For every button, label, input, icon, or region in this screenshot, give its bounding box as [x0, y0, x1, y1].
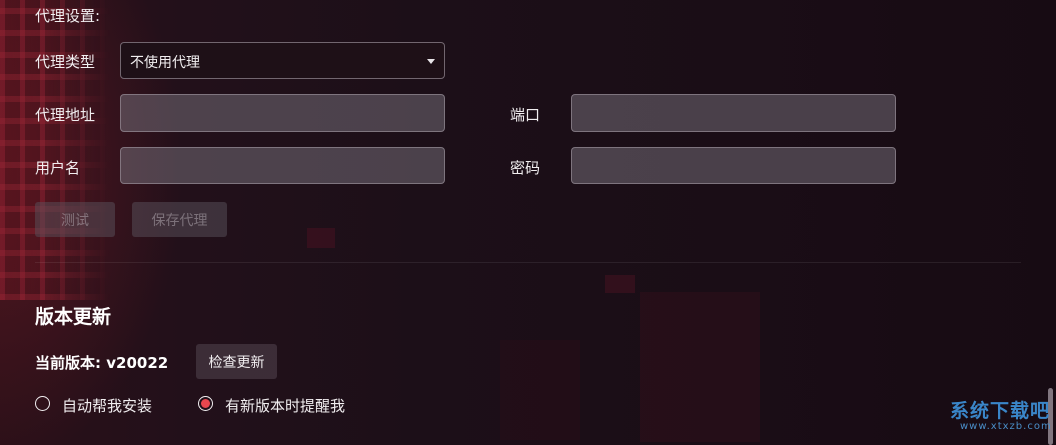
port-input[interactable] — [572, 95, 895, 131]
check-update-button[interactable]: 检查更新 — [196, 344, 277, 379]
username-field[interactable] — [120, 147, 445, 184]
proxy-address-input[interactable] — [121, 95, 444, 131]
port-field[interactable] — [571, 94, 896, 132]
background-photo-plaid — [0, 0, 110, 300]
current-version-row: 当前版本: v20022 — [35, 352, 168, 373]
auto-install-label[interactable]: 自动帮我安装 — [62, 395, 152, 416]
current-version-value: v20022 — [106, 354, 169, 372]
proxy-type-select[interactable]: 不使用代理 — [120, 42, 445, 79]
section-divider — [35, 262, 1021, 263]
radio-auto-install[interactable] — [35, 396, 50, 411]
background-pixel-block — [640, 292, 760, 442]
port-label: 端口 — [510, 106, 541, 124]
proxy-address-field[interactable] — [120, 94, 445, 132]
update-section-title: 版本更新 — [35, 306, 112, 328]
save-proxy-button[interactable]: 保存代理 — [132, 202, 227, 237]
background-pixel-block — [605, 275, 635, 293]
proxy-type-label: 代理类型 — [35, 53, 96, 71]
chevron-down-icon — [427, 59, 435, 64]
watermark-url: www.xtxzb.com — [960, 421, 1052, 432]
username-input[interactable] — [121, 148, 444, 183]
background-pixel-block — [307, 228, 335, 248]
notify-new-version-label[interactable]: 有新版本时提醒我 — [225, 395, 345, 416]
current-version-label: 当前版本: — [35, 354, 101, 372]
radio-notify-new-version[interactable] — [198, 396, 213, 411]
username-label: 用户名 — [35, 159, 81, 177]
watermark-logo-text: 系统下载吧 — [950, 400, 1051, 422]
background-pixel-block — [500, 340, 580, 440]
proxy-section-label: 代理设置: — [35, 7, 101, 25]
password-field[interactable] — [571, 147, 896, 184]
password-input[interactable] — [572, 148, 895, 183]
password-label: 密码 — [510, 159, 541, 177]
proxy-type-value: 不使用代理 — [130, 55, 200, 71]
test-proxy-button[interactable]: 测试 — [35, 202, 115, 237]
proxy-address-label: 代理地址 — [35, 106, 96, 124]
